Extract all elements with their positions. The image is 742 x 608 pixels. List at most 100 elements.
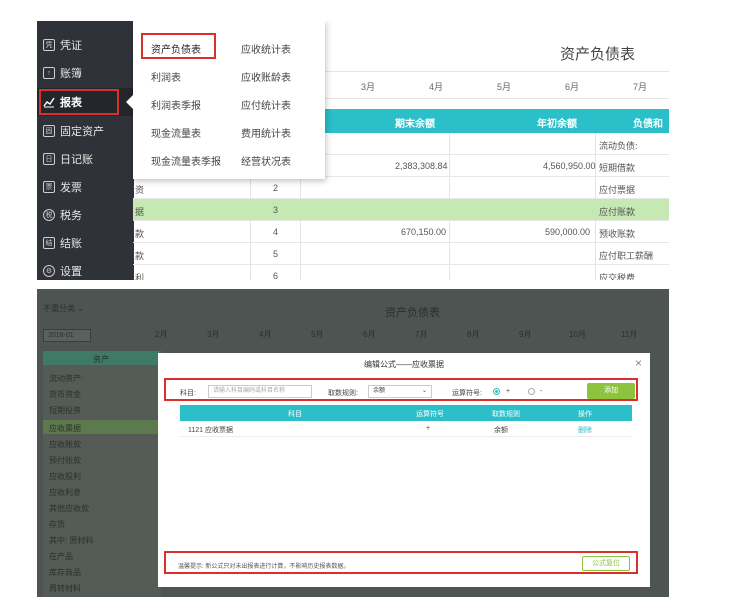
menu-item-cash-flow[interactable]: 现金流量表 (151, 125, 201, 140)
sidebar-item-label: 账簿 (60, 68, 82, 80)
month-label[interactable]: 3月 (361, 80, 375, 93)
cell-rule: 余额 (494, 427, 508, 434)
cell-row-number: 4 (273, 227, 279, 237)
cell-liability-name: 流动负债: (599, 141, 638, 151)
table-row[interactable]: 利 6 应交税费 (133, 265, 669, 280)
column-header-action: 操作 (578, 411, 592, 418)
month-label[interactable]: 4月 (259, 329, 271, 340)
cell-begin-balance: 4,560,950.00 (543, 161, 596, 171)
month-label[interactable]: 2月 (155, 329, 167, 340)
month-timeline: 3月 4月 5月 6月 7月 (325, 71, 669, 99)
sidebar-item-fixed-assets[interactable]: 固 固定资产 (37, 117, 134, 145)
cell-liability-name: 应付票据 (599, 185, 636, 195)
top-screenshot-panel: 凭 凭证 ↑ 账簿 报表 固 固定资产 日 日记账 票 发票 税 税务 结 结账… (37, 21, 669, 280)
menu-item-balance-sheet[interactable]: 资产负债表 (151, 41, 201, 56)
edit-formula-dialog: 编辑公式——应收票据 × 科目: 请输入科目编码或科目名称 取数规则: 余额 ⌄ … (158, 353, 650, 587)
operator-label: 运算符号: (452, 390, 482, 397)
sidebar-item-close-books[interactable]: 结 结账 (37, 229, 134, 257)
menu-item-receivable-aging[interactable]: 应收账龄表 (241, 69, 291, 84)
month-label[interactable]: 10月 (569, 329, 586, 340)
cell-row-number: 3 (273, 205, 279, 215)
column-header-operator: 运算符号 (416, 411, 444, 418)
table-row-highlighted[interactable]: 据 3 应付账款 (133, 199, 669, 221)
month-label[interactable]: 9月 (519, 329, 531, 340)
operator-plus-radio[interactable] (493, 388, 500, 395)
sidebar-item-label: 凭证 (60, 40, 82, 52)
subject-search-input[interactable]: 请输入科目编码或科目名称 (208, 385, 312, 398)
period-select[interactable]: 2018-01 (43, 329, 91, 342)
menu-item-operating-status[interactable]: 经营状况表 (241, 153, 291, 168)
sidebar-item-invoice[interactable]: 票 发票 (37, 173, 134, 201)
list-item: 其中: 原材料 (49, 536, 94, 545)
sidebar-item-label: 日记账 (60, 154, 93, 166)
menu-item-payable-stats[interactable]: 应付统计表 (241, 97, 291, 112)
list-item: 库存商品 (49, 568, 81, 577)
month-label[interactable]: 6月 (565, 80, 579, 93)
cell-liability-name: 应付账款 (599, 207, 636, 217)
table-row[interactable]: 资 2 应付票据 (133, 177, 669, 199)
table-row[interactable]: 款 5 应付职工薪酬 (133, 243, 669, 265)
list-item: 周转材料 (49, 584, 81, 593)
list-item: 应收账款 (49, 440, 81, 449)
close-icon[interactable]: × (635, 356, 642, 370)
menu-item-income-statement[interactable]: 利润表 (151, 69, 181, 84)
column-header-end-balance: 期末余额 (395, 119, 435, 130)
background-page-title: 资产负债表 (385, 307, 440, 319)
journal-icon: 日 (43, 153, 55, 165)
month-label[interactable]: 3月 (207, 329, 219, 340)
asset-icon: 固 (43, 125, 55, 137)
cell-operator: + (426, 425, 431, 432)
cell-liability-name: 短期借款 (599, 163, 636, 173)
month-label[interactable]: 7月 (633, 80, 647, 93)
sidebar-item-ledger[interactable]: ↑ 账簿 (37, 59, 134, 87)
month-label[interactable]: 4月 (429, 80, 443, 93)
sidebar-item-voucher[interactable]: 凭 凭证 (37, 31, 134, 59)
list-item: 货币资金 (49, 390, 81, 399)
cell-end-balance: 670,150.00 (401, 227, 447, 237)
close-books-icon: 结 (43, 237, 55, 249)
cell-liability-name: 应付职工薪酬 (599, 251, 654, 261)
sidebar-item-tax[interactable]: 税 税务 (37, 201, 134, 229)
sidebar-item-journal[interactable]: 日 日记账 (37, 145, 134, 173)
gear-icon: ⚙ (43, 265, 55, 277)
list-item: 应收利息 (49, 488, 81, 497)
column-header-subject: 科目 (288, 411, 302, 418)
rule-select[interactable]: 余额 ⌄ (368, 385, 432, 398)
table-row[interactable]: 款 4 670,150.00 590,000.00 预收账款 (133, 221, 669, 243)
invoice-icon: 票 (43, 181, 55, 193)
menu-item-receivable-stats[interactable]: 应收统计表 (241, 41, 291, 56)
list-item: 存货 (49, 520, 65, 529)
delete-link[interactable]: 删除 (578, 425, 592, 435)
month-label[interactable]: 6月 (363, 329, 375, 340)
add-button[interactable]: 添加 (587, 383, 635, 399)
sidebar-item-reports[interactable]: 报表 (37, 88, 134, 116)
formula-input-row: 科目: 请输入科目编码或科目名称 取数规则: 余额 ⌄ 运算符号: + - 添加 (164, 378, 638, 401)
month-label[interactable]: 7月 (415, 329, 427, 340)
cell-row-number: 2 (273, 183, 279, 193)
month-label[interactable]: 5月 (311, 329, 323, 340)
menu-item-income-quarterly[interactable]: 利润表季报 (151, 97, 201, 112)
sidebar-item-label: 设置 (60, 266, 82, 278)
sidebar-item-settings[interactable]: ⚙ 设置 (37, 257, 134, 280)
page-title: 资产负债表 (559, 46, 635, 63)
cell-asset-name: 资 (135, 185, 145, 195)
list-item: 其他应收款 (49, 504, 89, 513)
month-label[interactable]: 8月 (467, 329, 479, 340)
month-label[interactable]: 11月 (621, 329, 637, 340)
month-label[interactable]: 5月 (497, 80, 511, 93)
formula-table-header: 科目 运算符号 取数规则 操作 (180, 405, 632, 421)
menu-item-cash-flow-quarterly[interactable]: 现金流量表季报 (151, 153, 221, 168)
list-item: 应收票据 (49, 424, 81, 433)
sidebar: 凭 凭证 ↑ 账簿 报表 固 固定资产 日 日记账 票 发票 税 税务 结 结账… (37, 21, 134, 280)
cell-row-number: 5 (273, 249, 279, 259)
cell-row-number: 6 (273, 271, 279, 280)
cell-asset-name: 款 (135, 251, 145, 261)
sidebar-item-label: 结账 (60, 238, 82, 250)
table-row[interactable]: 1121 应收票据 + 余额 删除 (180, 421, 632, 437)
dialog-footer: 温馨提示: 新公式只对未出报表进行计算，不影响历史报表数据。 公式复位 (164, 551, 638, 574)
operator-minus-radio[interactable] (528, 388, 535, 395)
classification-select[interactable]: 不重分类 ⌄ (43, 303, 84, 314)
list-item: 在产品 (49, 552, 73, 561)
reset-formula-button[interactable]: 公式复位 (582, 556, 630, 571)
menu-item-expense-stats[interactable]: 费用统计表 (241, 125, 291, 140)
